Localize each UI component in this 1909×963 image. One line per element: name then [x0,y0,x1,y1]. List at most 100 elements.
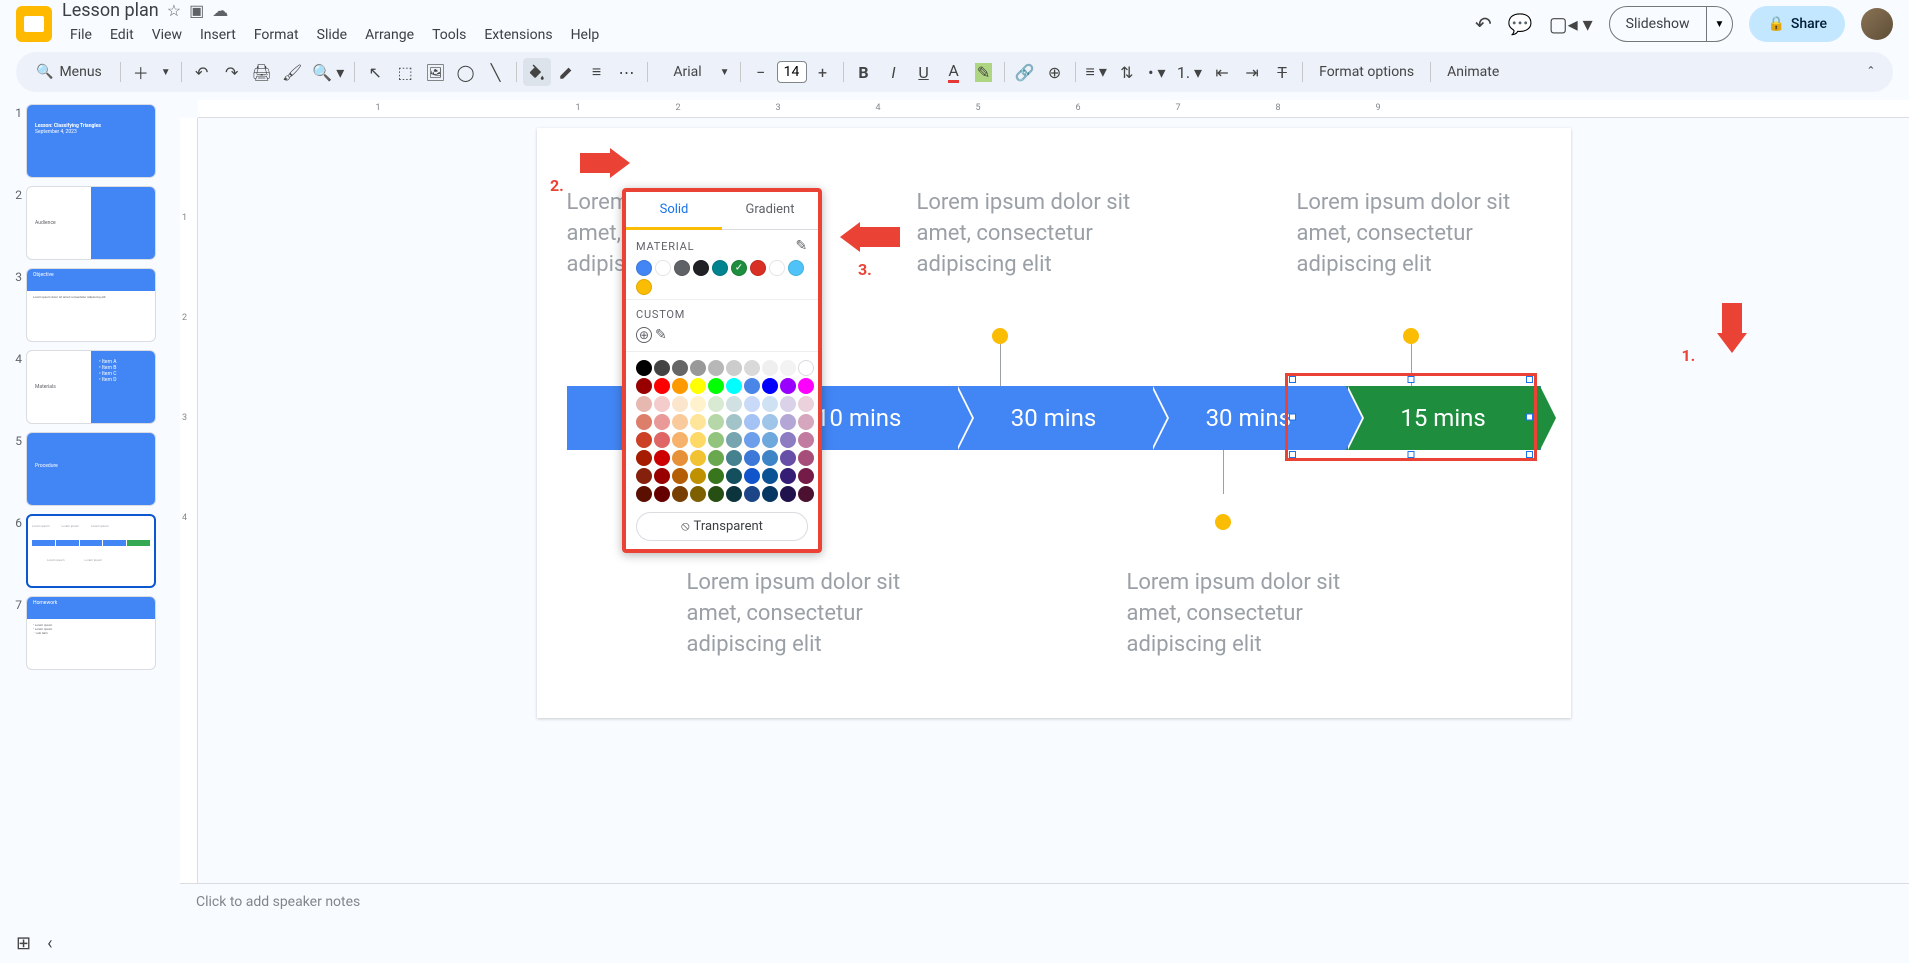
standard-color-swatch[interactable] [636,432,652,448]
standard-color-swatch[interactable] [798,486,814,502]
slide-text-5[interactable]: Lorem ipsum dolor sit amet, consectetur … [1127,568,1357,660]
menu-file[interactable]: File [62,23,100,47]
thumb-1[interactable]: Lesson: Classifying TrianglesSeptember 4… [26,104,156,178]
thumb-3[interactable]: ObjectiveLorem ipsum dolor sit amet cons… [26,268,156,342]
standard-color-swatch[interactable] [744,360,760,376]
material-color-swatch[interactable] [693,260,709,276]
standard-color-swatch[interactable] [762,486,778,502]
timeline-segment-3[interactable]: 30 mins [956,386,1151,450]
format-options-button[interactable]: Format options [1309,64,1424,80]
thumb-5[interactable]: Procedure [26,432,156,506]
color-tab-gradient[interactable]: Gradient [722,192,818,229]
user-avatar[interactable] [1861,8,1893,40]
menu-format[interactable]: Format [246,23,307,47]
animate-button[interactable]: Animate [1437,64,1509,80]
indent-decrease-button[interactable]: ⇤ [1208,58,1236,86]
standard-color-swatch[interactable] [762,360,778,376]
standard-color-swatch[interactable] [690,450,706,466]
standard-color-swatch[interactable] [798,396,814,412]
font-size-input[interactable] [777,61,807,83]
standard-color-swatch[interactable] [708,468,724,484]
material-color-swatch[interactable] [655,260,671,276]
standard-color-swatch[interactable] [672,396,688,412]
prev-slide-icon[interactable]: ‹ [47,933,52,954]
standard-color-swatch[interactable] [762,414,778,430]
timeline-dot[interactable] [992,328,1008,344]
underline-button[interactable]: U [910,58,938,86]
material-color-swatch[interactable] [636,260,652,276]
menu-help[interactable]: Help [563,23,608,47]
standard-color-swatch[interactable] [780,468,796,484]
textbox-tool[interactable]: ⬚ [391,58,419,86]
border-color-button[interactable] [553,58,581,86]
share-button[interactable]: 🔒 Share [1749,6,1845,42]
redo-button[interactable]: ↷ [218,58,246,86]
standard-color-swatch[interactable] [726,360,742,376]
image-tool[interactable]: 🖼 [421,58,449,86]
slideshow-button[interactable]: Slideshow ▼ [1609,6,1734,42]
timeline-dot[interactable] [1215,514,1231,530]
standard-color-swatch[interactable] [636,450,652,466]
paint-format-button[interactable]: 🖌 [278,58,306,86]
font-size-decrease[interactable]: − [747,58,775,86]
standard-color-swatch[interactable] [690,486,706,502]
numbered-list-button[interactable]: 1. ▾ [1173,58,1206,86]
slideshow-dropdown[interactable]: ▼ [1707,19,1733,30]
standard-color-swatch[interactable] [780,396,796,412]
thumb-7[interactable]: Homework• Lorem ipsum• Lorem ipsum • sub… [26,596,156,670]
menu-insert[interactable]: Insert [192,23,244,47]
menu-slide[interactable]: Slide [309,23,355,47]
standard-color-swatch[interactable] [780,486,796,502]
standard-color-swatch[interactable] [762,450,778,466]
standard-color-swatch[interactable] [708,486,724,502]
slide-text-3[interactable]: Lorem ipsum dolor sit amet, consectetur … [1297,188,1527,280]
standard-color-swatch[interactable] [654,450,670,466]
add-custom-color[interactable]: ⊕ [636,327,652,343]
standard-color-swatch[interactable] [636,396,652,412]
menu-arrange[interactable]: Arrange [357,23,422,47]
standard-color-swatch[interactable] [654,486,670,502]
standard-color-swatch[interactable] [744,396,760,412]
standard-color-swatch[interactable] [744,414,760,430]
standard-color-swatch[interactable] [744,468,760,484]
indent-increase-button[interactable]: ⇥ [1238,58,1266,86]
timeline-dot[interactable] [1403,328,1419,344]
standard-color-swatch[interactable] [708,450,724,466]
comments-icon[interactable]: 💬 [1508,12,1533,36]
resize-handle[interactable] [1289,414,1296,421]
border-weight-button[interactable]: ≡ [583,58,611,86]
standard-color-swatch[interactable] [636,414,652,430]
link-button[interactable]: 🔗 [1011,58,1039,86]
material-color-swatch[interactable] [674,260,690,276]
menu-view[interactable]: View [144,23,190,47]
menu-extensions[interactable]: Extensions [476,23,560,47]
resize-handle[interactable] [1526,376,1533,383]
standard-color-swatch[interactable] [798,360,814,376]
standard-color-swatch[interactable] [690,468,706,484]
thumb-4[interactable]: Materials• Item A• Item B• Item C• Item … [26,350,156,424]
material-color-swatch[interactable] [731,260,747,276]
grid-view-icon[interactable]: ⊞ [16,933,31,954]
standard-color-swatch[interactable] [726,378,742,394]
clear-format-button[interactable]: T [1268,58,1296,86]
standard-color-swatch[interactable] [690,396,706,412]
cloud-icon[interactable]: ☁ [212,1,228,20]
slide-text-2[interactable]: Lorem ipsum dolor sit amet, consectetur … [917,188,1147,280]
standard-color-swatch[interactable] [654,378,670,394]
line-tool[interactable]: ╲ [482,58,510,86]
slide-text-4[interactable]: Lorem ipsum dolor sit amet, consectetur … [687,568,917,660]
standard-color-swatch[interactable] [780,432,796,448]
standard-color-swatch[interactable] [798,378,814,394]
standard-color-swatch[interactable] [708,360,724,376]
standard-color-swatch[interactable] [672,360,688,376]
thumb-6[interactable]: Lorem ipsumLorem ipsumLorem ipsumLorem i… [26,514,156,588]
standard-color-swatch[interactable] [690,378,706,394]
standard-color-swatch[interactable] [744,432,760,448]
standard-color-swatch[interactable] [636,486,652,502]
toolbar-collapse[interactable]: ˆ [1857,58,1885,86]
speaker-notes[interactable]: Click to add speaker notes [180,883,1909,923]
resize-handle[interactable] [1289,376,1296,383]
standard-color-swatch[interactable] [744,378,760,394]
fill-color-button[interactable] [523,58,551,86]
align-button[interactable]: ≡ ▾ [1082,58,1111,86]
